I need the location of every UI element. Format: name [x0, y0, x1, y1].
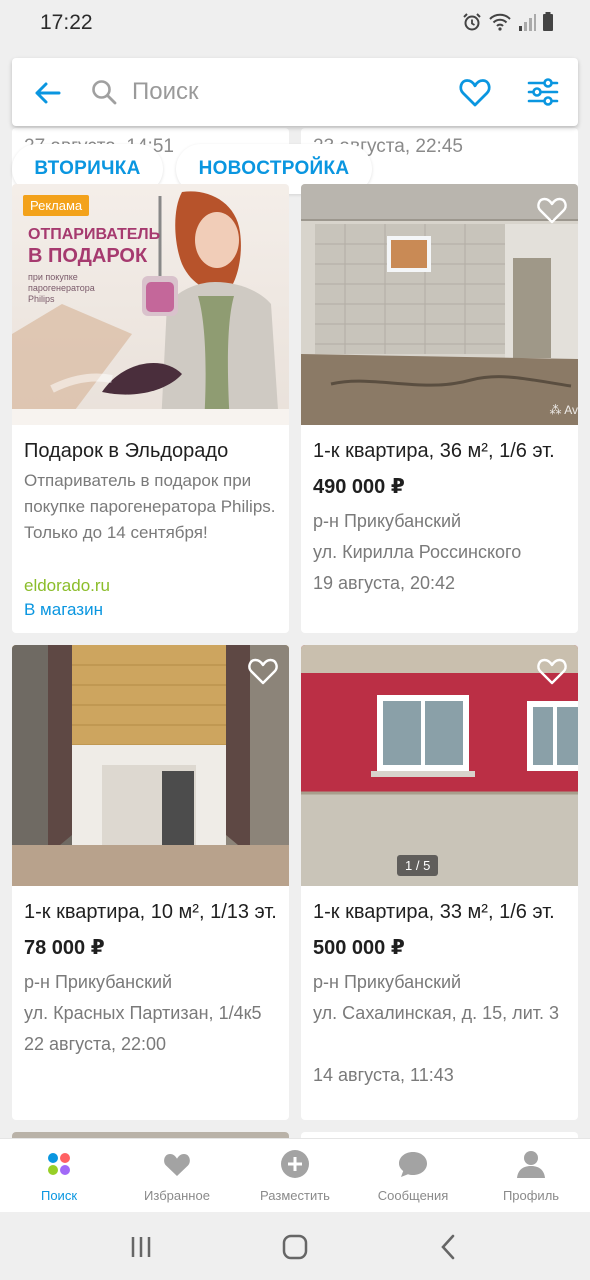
listing-title: 1-к квартира, 36 м², 1/6 эт. — [313, 440, 555, 462]
ad-badge: Реклама — [23, 195, 90, 216]
listing-date: 22 августа, 22:00 — [24, 1034, 167, 1054]
nav-messages[interactable]: Сообщения — [354, 1139, 472, 1213]
listings-feed[interactable]: 27 августа, 14:51 23 августа, 22:45 ВТОР… — [0, 46, 590, 1138]
filter-sliders-icon[interactable] — [526, 75, 560, 109]
nav-search[interactable]: Поиск — [0, 1139, 118, 1213]
ad-card[interactable]: ОТПАРИВАТЕЛЬ В ПОДАРОК при покупке парог… — [12, 184, 289, 633]
favorite-icon[interactable] — [536, 655, 568, 687]
nav-label: Сообщения — [377, 1188, 449, 1203]
ad-image-sub: при покупке — [28, 272, 78, 282]
watermark-icon: ⁂ Av — [549, 403, 578, 417]
listing-title: 1-к квартира, 33 м², 1/6 эт. — [313, 901, 555, 923]
person-icon — [517, 1151, 545, 1178]
search-bar — [12, 58, 578, 126]
system-navigation-bar — [0, 1212, 590, 1280]
wifi-icon — [489, 13, 511, 31]
nav-profile[interactable]: Профиль — [472, 1139, 590, 1213]
ad-image: ОТПАРИВАТЕЛЬ В ПОДАРОК при покупке парог… — [12, 184, 289, 425]
listing-photo[interactable]: 1 / 5 — [301, 645, 578, 886]
listing-address: ул. Сахалинская, д. 15, лит. 3 — [313, 1003, 560, 1023]
alarm-icon — [463, 13, 481, 31]
nav-label: Избранное — [144, 1188, 210, 1203]
back-icon[interactable] — [434, 1232, 464, 1262]
listing-price: 500 000 ₽ — [313, 937, 405, 959]
search-dots-icon — [48, 1153, 70, 1175]
saved-search-heart-icon[interactable] — [458, 75, 492, 109]
listing-card[interactable]: 1 / 5 1-к квартира, 33 м², 1/6 эт. 500 0… — [301, 645, 578, 1120]
listing-address: ул. Красных Партизан, 1/4к5 — [24, 1003, 262, 1023]
ad-image-heading: ОТПАРИВАТЕЛЬ — [28, 226, 160, 243]
plus-circle-icon — [281, 1150, 309, 1178]
photo-counter: 1 / 5 — [397, 855, 439, 876]
recent-apps-icon[interactable] — [126, 1232, 156, 1262]
nav-label: Поиск — [40, 1188, 78, 1203]
listing-date: 14 августа, 11:43 — [313, 1065, 454, 1085]
ad-store-link[interactable]: В магазин — [24, 600, 103, 620]
listing-address: ул. Кирилла Россинского — [313, 542, 522, 562]
search-icon — [92, 80, 117, 105]
chat-bubble-icon — [399, 1152, 427, 1177]
listing-photo[interactable] — [12, 645, 289, 886]
favorite-icon[interactable] — [536, 194, 568, 226]
heart-icon — [164, 1154, 190, 1176]
svg-text:Philips: Philips — [28, 294, 55, 304]
listing-district: р-н Прикубанский — [313, 972, 462, 992]
svg-text:парогенератора: парогенератора — [28, 283, 95, 293]
status-bar: 17:22 — [0, 0, 590, 46]
status-time: 17:22 — [40, 11, 93, 34]
listing-date: 19 августа, 20:42 — [313, 573, 456, 593]
listing-price: 490 000 ₽ — [313, 476, 405, 498]
bottom-navigation: Поиск Избранное Разместить Сообщения Про… — [0, 1138, 590, 1212]
listing-district: р-н Прикубанский — [24, 972, 173, 992]
listing-address-spacer — [313, 1029, 569, 1060]
listing-card[interactable]: ⁂ Av 1-к квартира, 36 м², 1/6 эт. 490 00… — [301, 184, 578, 633]
nav-label: Профиль — [502, 1188, 560, 1203]
home-icon[interactable] — [280, 1232, 310, 1262]
nav-label: Разместить — [260, 1188, 330, 1203]
nav-favorites[interactable]: Избранное — [118, 1139, 236, 1213]
listing-price: 78 000 ₽ — [24, 937, 105, 959]
ad-image-heading-line2: В ПОДАРОК — [28, 245, 148, 267]
listing-title: 1-к квартира, 10 м², 1/13 эт. — [24, 901, 277, 923]
favorite-icon[interactable] — [247, 655, 279, 687]
listing-district: р-н Прикубанский — [313, 511, 462, 531]
ad-title: Подарок в Эльдорадо — [24, 440, 229, 462]
listing-photo[interactable]: ⁂ Av — [301, 184, 578, 425]
back-arrow-icon[interactable] — [32, 78, 62, 108]
ad-domain[interactable]: eldorado.ru — [24, 576, 110, 596]
battery-icon — [543, 12, 553, 31]
signal-icon — [519, 14, 536, 31]
ad-description: Отпариватель в подарок при покупке парог… — [24, 471, 276, 542]
listing-card[interactable]: 1-к квартира, 10 м², 1/13 эт. 78 000 ₽ р… — [12, 645, 289, 1120]
search-input[interactable] — [132, 72, 432, 112]
nav-post-ad[interactable]: Разместить — [236, 1139, 354, 1213]
